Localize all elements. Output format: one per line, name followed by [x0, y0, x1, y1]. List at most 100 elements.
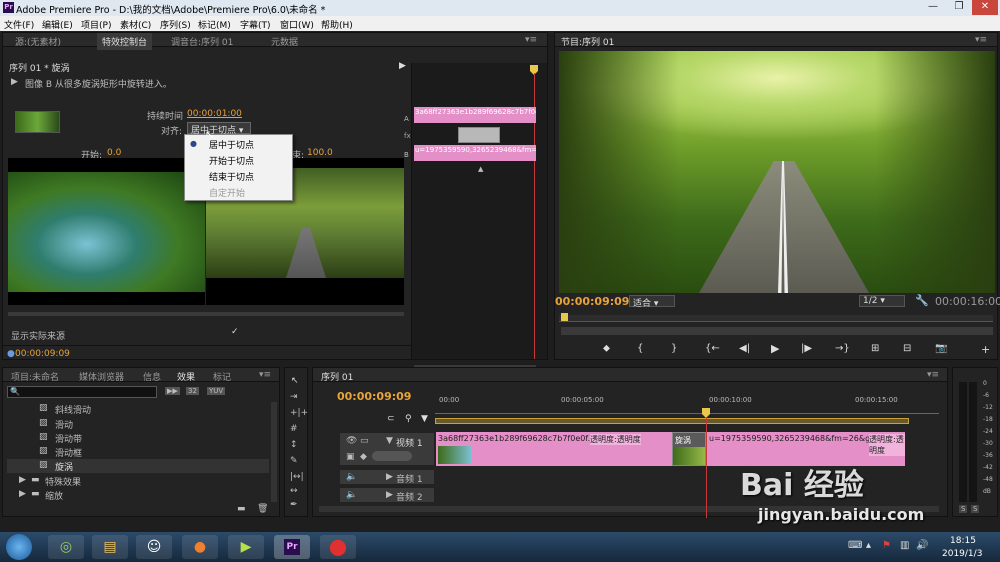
selection-tool-icon[interactable]: ↖: [291, 376, 299, 386]
keyframe-icon[interactable]: ◆: [360, 452, 367, 462]
volume-tray-icon[interactable]: 🔊: [916, 540, 928, 551]
effects-search-input[interactable]: 🔍: [7, 386, 157, 398]
expand-arrow-icon[interactable]: ▶: [19, 475, 26, 485]
go-to-in-icon[interactable]: {←: [705, 343, 720, 354]
play-thumbnail-icon[interactable]: ▶: [11, 77, 18, 87]
32bit-effects-icon[interactable]: 32: [186, 387, 199, 395]
play-icon[interactable]: ▶: [771, 342, 779, 355]
minimize-button[interactable]: —: [920, 0, 946, 15]
tray-expand-icon[interactable]: ▴: [866, 540, 871, 551]
effects-scrollbar[interactable]: [271, 402, 277, 502]
tab-info[interactable]: 信息: [143, 370, 161, 383]
menu-marker[interactable]: 标记(M): [198, 18, 231, 31]
tab-metadata[interactable]: 元数据: [271, 35, 298, 48]
time-ruler[interactable]: [435, 408, 939, 414]
track-a-clip[interactable]: 3a68ff27363e1b289f69628c7b7f0e0f.jpg: [414, 107, 536, 123]
clip-1-fx[interactable]: 透明度:透明度: [590, 434, 641, 445]
clock-date[interactable]: 2019/1/3: [942, 549, 982, 559]
step-forward-icon[interactable]: |▶: [801, 343, 812, 354]
ripple-edit-tool-icon[interactable]: +|+: [290, 408, 308, 418]
menu-project[interactable]: 项目(P): [81, 18, 111, 31]
slide-tool-icon[interactable]: ↔: [290, 486, 298, 496]
timeline-playhead-icon[interactable]: [702, 408, 710, 418]
solo-left-button[interactable]: S: [959, 505, 968, 513]
end-value[interactable]: 100.0: [307, 148, 333, 158]
go-to-out-icon[interactable]: →}: [835, 343, 850, 354]
duration-value[interactable]: 00:00:01:00: [187, 109, 242, 119]
add-marker-icon[interactable]: ⬥: [603, 343, 610, 354]
transition-clip[interactable]: 旋涡: [672, 432, 706, 466]
start-value[interactable]: 0.0: [107, 148, 121, 158]
expand-arrow-icon[interactable]: ▶: [386, 490, 393, 500]
pen-tool-icon[interactable]: ✒: [290, 500, 298, 510]
razor-tool-icon[interactable]: ✎: [290, 456, 298, 466]
expand-arrow-icon[interactable]: ▶: [19, 489, 26, 499]
tab-sequence[interactable]: 序列 01: [321, 370, 353, 383]
menu-sequence[interactable]: 序列(S): [160, 18, 191, 31]
delete-icon[interactable]: 🗑: [257, 504, 268, 514]
wrench-icon[interactable]: 🔧: [915, 294, 929, 307]
tab-effect-controls[interactable]: 特效控制台: [97, 33, 153, 50]
tab-program[interactable]: 节目:序列 01: [561, 35, 614, 48]
display-style-icon[interactable]: ▣: [346, 452, 355, 462]
marker-icon[interactable]: ⚲: [405, 414, 412, 424]
rate-stretch-tool-icon[interactable]: ↕: [290, 440, 298, 450]
scale-select[interactable]: 1/2 ▾: [859, 295, 905, 307]
eye-icon[interactable]: 👁: [346, 436, 357, 446]
menu-file[interactable]: 文件(F): [4, 18, 34, 31]
fit-select[interactable]: 适合 ▾: [629, 295, 675, 309]
slip-tool-icon[interactable]: |↔|: [290, 472, 304, 482]
dropdown-item-end[interactable]: 结束于切点: [209, 170, 254, 183]
program-timecode[interactable]: 00:00:09:09: [555, 295, 629, 308]
speaker-icon[interactable]: 🔈: [346, 490, 357, 500]
tab-effects[interactable]: 效果: [177, 370, 195, 383]
program-menu-icon[interactable]: ▾≡: [975, 35, 987, 45]
work-area-bar[interactable]: [435, 418, 909, 424]
media-app-icon[interactable]: ▶: [228, 535, 264, 559]
extract-icon[interactable]: ⊟: [903, 343, 911, 354]
tab-media-browser[interactable]: 媒体浏览器: [79, 370, 124, 383]
effect-item-slide-boxes[interactable]: 滑动框: [55, 446, 82, 459]
recorder-app-icon[interactable]: ⬤: [320, 535, 356, 559]
menu-window[interactable]: 窗口(W): [280, 18, 314, 31]
track-select-tool-icon[interactable]: ⇥: [290, 392, 298, 402]
show-actual-checkbox[interactable]: ✓: [231, 327, 239, 337]
effect-folder-zoom[interactable]: 缩放: [45, 489, 63, 502]
tab-markers[interactable]: 标记: [213, 370, 231, 383]
keyframe-nav[interactable]: [372, 451, 412, 461]
flag-tray-icon[interactable]: ⚑: [882, 540, 891, 551]
maximize-button[interactable]: ❐: [946, 0, 972, 15]
effect-item-slide-bands[interactable]: 滑动带: [55, 432, 82, 445]
lock-icon[interactable]: ▭: [360, 436, 369, 446]
step-back-icon[interactable]: ◀|: [739, 343, 750, 354]
export-frame-icon[interactable]: 📷: [935, 343, 947, 354]
video-clip-1[interactable]: 3a68ff27363e1b289f69628c7b7f0e0f.jpg 透明度…: [436, 432, 672, 466]
close-button[interactable]: ✕: [972, 0, 998, 15]
tab-source[interactable]: 源:(无素材): [15, 35, 61, 48]
timeline-timecode[interactable]: 00:00:09:09: [337, 390, 411, 403]
expand-arrow-icon[interactable]: ▶: [386, 472, 393, 482]
premiere-taskbar-icon[interactable]: Pr: [274, 535, 310, 559]
effect-item-swirl[interactable]: 旋涡: [55, 460, 73, 473]
timeline-menu-icon[interactable]: ▾≡: [927, 370, 939, 380]
dropdown-item-center[interactable]: 居中于切点: [209, 138, 254, 151]
rolling-edit-tool-icon[interactable]: #: [290, 424, 298, 434]
add-button-icon[interactable]: +: [981, 343, 990, 356]
dropdown-item-start[interactable]: 开始于切点: [209, 154, 254, 167]
effect-item-diagonal-slide[interactable]: 斜线滑动: [55, 403, 91, 416]
menu-clip[interactable]: 素材(C): [120, 18, 151, 31]
transition-block[interactable]: [458, 127, 500, 143]
speaker-icon[interactable]: 🔈: [346, 472, 357, 482]
effect-folder-special[interactable]: 特殊效果: [45, 475, 81, 488]
new-bin-icon[interactable]: ▬: [237, 504, 246, 514]
menu-edit[interactable]: 编辑(E): [42, 18, 73, 31]
network-tray-icon[interactable]: ▥: [900, 540, 909, 551]
play-preview-icon[interactable]: ▶: [399, 61, 406, 71]
mark-out-icon[interactable]: }: [671, 343, 677, 354]
tab-audio-mixer[interactable]: 调音台:序列 01: [171, 35, 233, 48]
solo-right-button[interactable]: S: [971, 505, 980, 513]
program-scrub-bar[interactable]: [559, 313, 993, 322]
preview-scrollbar[interactable]: [8, 312, 404, 316]
keyboard-tray-icon[interactable]: ⌨: [848, 540, 862, 551]
tab-project[interactable]: 项目:未命名: [11, 370, 59, 383]
